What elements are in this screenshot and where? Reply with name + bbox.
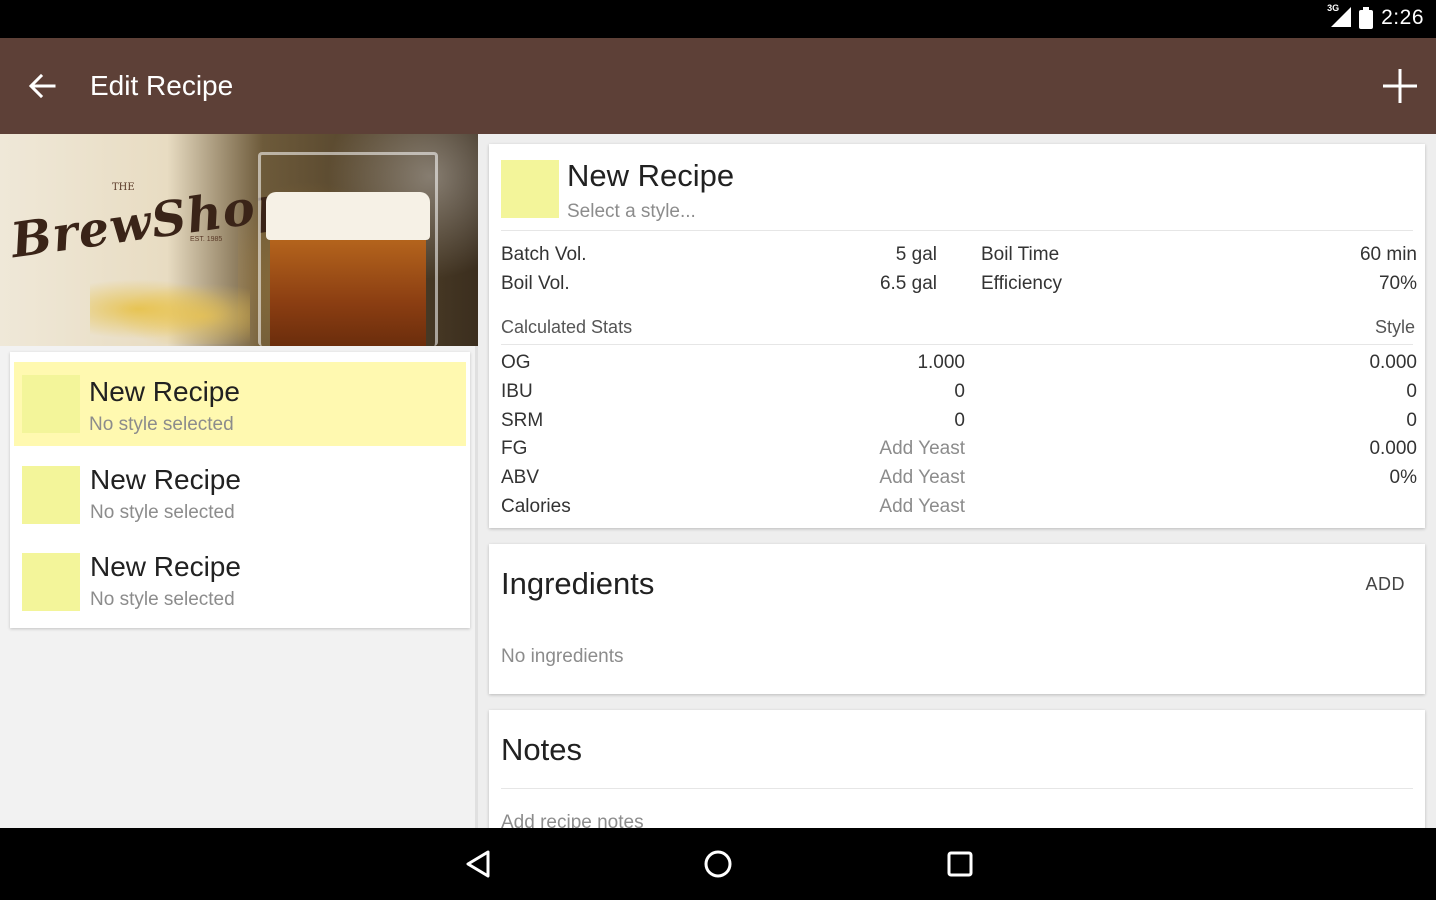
stat-calc-value: Add Yeast bbox=[879, 496, 965, 517]
stat-style-value: 0 bbox=[1406, 381, 1417, 402]
stat-calc-value: Add Yeast bbox=[879, 438, 965, 459]
add-recipe-button[interactable] bbox=[1380, 66, 1420, 106]
status-icons: 3G 2:26 bbox=[1327, 3, 1424, 30]
beer-glass-image bbox=[258, 152, 438, 346]
clock: 2:26 bbox=[1381, 6, 1424, 29]
battery-icon bbox=[1359, 7, 1374, 29]
banner-est-text: EST. 1985 bbox=[190, 236, 223, 243]
recipe-name: New Recipe bbox=[90, 464, 241, 495]
stat-calc-value: 0 bbox=[954, 381, 965, 402]
content-area: THE BrewShop EST. 1985 New Recipe No sty… bbox=[0, 134, 1436, 828]
notes-title: Notes bbox=[501, 732, 582, 767]
stat-label: Calories bbox=[501, 496, 571, 517]
nav-back-icon bbox=[466, 850, 490, 878]
nav-recents-button[interactable] bbox=[940, 844, 980, 884]
no-ingredients-text: No ingredients bbox=[501, 646, 624, 667]
efficiency-value[interactable]: 70% bbox=[1249, 273, 1417, 295]
stat-calc-value: Add Yeast bbox=[879, 467, 965, 488]
batch-vol-value[interactable]: 5 gal bbox=[789, 244, 937, 266]
status-bar: 3G 2:26 bbox=[0, 0, 1436, 38]
recipe-color-swatch bbox=[22, 553, 80, 611]
ingredients-title: Ingredients bbox=[501, 566, 655, 601]
style-header: Style bbox=[1374, 317, 1415, 337]
stat-style-value: 0.000 bbox=[1369, 438, 1417, 459]
notes-card: Notes Add recipe notes bbox=[489, 710, 1425, 828]
nav-home-button[interactable] bbox=[698, 844, 738, 884]
stat-label: ABV bbox=[501, 467, 540, 488]
page-title: Edit Recipe bbox=[90, 70, 234, 101]
recipe-name: New Recipe bbox=[89, 376, 240, 407]
stat-calc-value: 1.000 bbox=[917, 352, 965, 373]
navigation-bar bbox=[0, 828, 1436, 900]
divider bbox=[501, 230, 1413, 231]
divider bbox=[501, 788, 1413, 789]
back-button[interactable] bbox=[24, 68, 60, 104]
recipe-style: No style selected bbox=[89, 414, 234, 435]
divider bbox=[501, 344, 1413, 345]
recipe-title[interactable]: New Recipe bbox=[567, 158, 734, 194]
recipe-color-swatch bbox=[501, 160, 559, 218]
stat-label: FG bbox=[501, 438, 528, 459]
stat-style-value: 0 bbox=[1406, 410, 1417, 431]
ingredients-card: Ingredients ADD No ingredients bbox=[489, 544, 1425, 694]
recipe-color-swatch bbox=[22, 375, 80, 433]
arrow-back-icon bbox=[28, 73, 56, 99]
list-item[interactable]: New Recipe No style selected bbox=[14, 362, 466, 446]
boil-time-label: Boil Time bbox=[981, 244, 1060, 265]
recipe-style: No style selected bbox=[90, 589, 235, 610]
stat-label: OG bbox=[501, 352, 531, 373]
efficiency-label: Efficiency bbox=[981, 273, 1062, 294]
stat-style-value: 0.000 bbox=[1369, 352, 1417, 373]
boil-vol-label: Boil Vol. bbox=[501, 273, 570, 294]
batch-vol-label: Batch Vol. bbox=[501, 244, 587, 265]
stat-style-value: 0% bbox=[1389, 467, 1417, 488]
calculated-stats-header: Calculated Stats bbox=[501, 317, 633, 337]
app-bar: Edit Recipe bbox=[0, 38, 1436, 134]
boil-time-value[interactable]: 60 min bbox=[1249, 244, 1417, 266]
plus-icon bbox=[1383, 69, 1417, 103]
signal-icon: 3G bbox=[1327, 3, 1352, 29]
banner-the-text: THE bbox=[112, 182, 135, 193]
boil-vol-value[interactable]: 6.5 gal bbox=[789, 273, 937, 295]
recipe-detail-pane: New Recipe Select a style... Batch Vol. … bbox=[481, 134, 1436, 828]
recipe-summary-card: New Recipe Select a style... Batch Vol. … bbox=[489, 144, 1425, 528]
nav-back-button[interactable] bbox=[458, 844, 498, 884]
recipe-name: New Recipe bbox=[90, 551, 241, 582]
recipe-list: New Recipe No style selected New Recipe … bbox=[10, 352, 470, 628]
wheat-decoration bbox=[90, 274, 250, 344]
add-ingredient-button[interactable]: ADD bbox=[1365, 574, 1405, 595]
nav-home-icon bbox=[704, 850, 732, 878]
recipe-list-pane: THE BrewShop EST. 1985 New Recipe No sty… bbox=[0, 134, 478, 828]
stat-label: IBU bbox=[501, 381, 533, 402]
style-selector[interactable]: Select a style... bbox=[567, 201, 696, 223]
brewshop-banner: THE BrewShop EST. 1985 bbox=[0, 134, 478, 346]
nav-recents-icon bbox=[947, 851, 973, 877]
stat-label: SRM bbox=[501, 410, 544, 431]
recipe-color-swatch bbox=[22, 466, 80, 524]
list-item[interactable]: New Recipe No style selected bbox=[10, 450, 470, 537]
recipe-style: No style selected bbox=[90, 502, 235, 523]
list-item[interactable]: New Recipe No style selected bbox=[10, 537, 470, 624]
notes-input[interactable]: Add recipe notes bbox=[501, 812, 644, 828]
stat-calc-value: 0 bbox=[954, 410, 965, 431]
